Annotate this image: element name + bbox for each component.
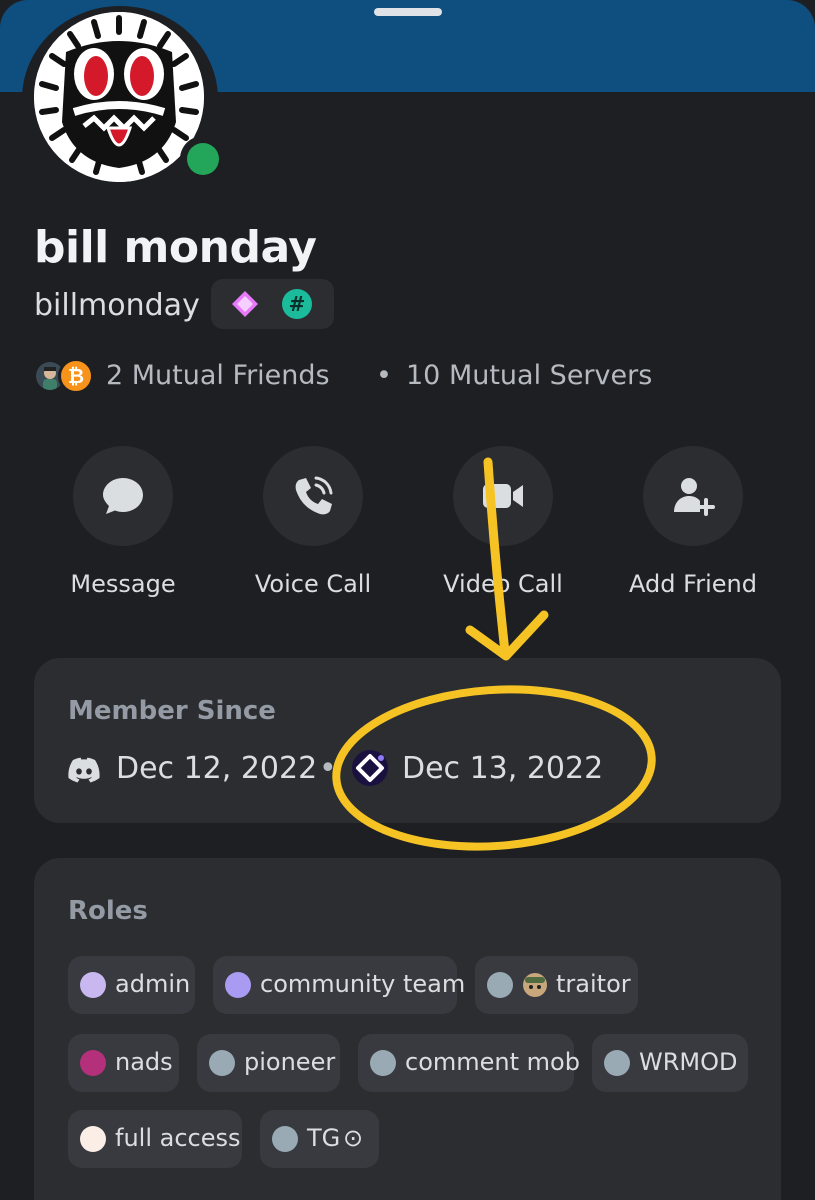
role-name: full access [115,1124,241,1152]
discord-join-date: Dec 12, 2022 [116,751,318,786]
role-color-dot [225,972,251,998]
message-button[interactable]: Message [28,446,218,606]
message-label: Message [70,570,176,598]
member-since-title: Member Since [68,696,276,726]
nitro-gem-icon[interactable] [230,289,260,319]
role-name: admin [115,970,191,998]
role-name: community team [260,970,466,998]
role-name: traitor [556,970,631,998]
role-chip-comment-mob[interactable]: comment mob [358,1034,580,1092]
badge-group: # [211,279,334,329]
annotation-arrow-head [465,610,549,661]
role-color-dot [80,1126,106,1152]
role-suffix-icon: ⊙ [343,1124,364,1152]
display-name: bill monday [34,222,317,273]
discord-logo-icon [68,757,100,783]
voice-call-button-circle[interactable] [263,446,363,546]
mutual-row[interactable]: ₿ 2 Mutual Friends • 10 Mutual Servers [36,358,736,398]
role-color-dot [272,1126,298,1152]
role-chip-community-team[interactable]: community team [213,956,465,1014]
role-chip-pioneer[interactable]: pioneer [197,1034,340,1092]
role-name: nads [115,1048,173,1076]
role-color-dot [487,972,513,998]
role-name: TG [307,1124,341,1152]
role-chip-traitor[interactable]: traitor [475,956,638,1014]
video-camera-icon [483,484,523,508]
voice-call-label: Voice Call [254,570,372,598]
role-color-dot [80,972,106,998]
avatar[interactable] [34,12,204,182]
online-status-indicator [180,136,226,182]
bitcoin-avatar-icon: ₿ [58,358,94,394]
video-call-button-circle[interactable] [453,446,553,546]
hashtag-badge-icon[interactable]: # [282,289,312,319]
add-friend-button-circle[interactable] [643,446,743,546]
phone-call-icon [295,476,333,515]
add-friend-label: Add Friend [629,570,757,598]
add-person-icon [674,478,715,516]
message-button-circle[interactable] [73,446,173,546]
server-icon [352,750,388,786]
role-chip-tg[interactable]: TG ⊙ [260,1110,379,1168]
role-color-dot [370,1050,396,1076]
role-name: WRMOD [639,1048,738,1076]
avatar-container[interactable] [22,6,226,192]
tiki-mask-avatar-icon [34,12,204,182]
chat-bubble-icon [103,478,143,514]
member-since-separator: • [319,751,337,786]
role-chip-admin[interactable]: admin [68,956,195,1014]
username[interactable]: billmonday [34,288,200,323]
roles-title: Roles [68,896,148,926]
role-emoji-icon [523,973,547,997]
add-friend-button[interactable]: Add Friend [598,446,788,606]
video-call-button[interactable]: Video Call [408,446,598,606]
mutual-friends-link[interactable]: 2 Mutual Friends [106,360,330,391]
mutual-servers-link[interactable]: 10 Mutual Servers [406,360,652,391]
role-name: pioneer [244,1048,336,1076]
role-color-dot [604,1050,630,1076]
role-chip-wrmod[interactable]: WRMOD [592,1034,748,1092]
roles-card: Roles admin community team traitor nads … [34,858,781,1200]
sheet-drag-handle[interactable] [374,8,442,16]
role-name: comment mob [405,1048,580,1076]
mutual-separator: • [376,360,392,391]
role-color-dot [209,1050,235,1076]
role-chip-full-access[interactable]: full access [68,1110,242,1168]
voice-call-button[interactable]: Voice Call [218,446,408,606]
role-chip-nads[interactable]: nads [68,1034,179,1092]
video-call-label: Video Call [443,570,563,598]
profile-sheet: bill monday billmonday # ₿ 2 Mutual Frie… [0,0,815,1200]
server-join-date: Dec 13, 2022 [402,751,604,786]
role-color-dot [80,1050,106,1076]
member-since-card: Member Since Dec 12, 2022 • Dec 13, 2022 [34,658,781,823]
